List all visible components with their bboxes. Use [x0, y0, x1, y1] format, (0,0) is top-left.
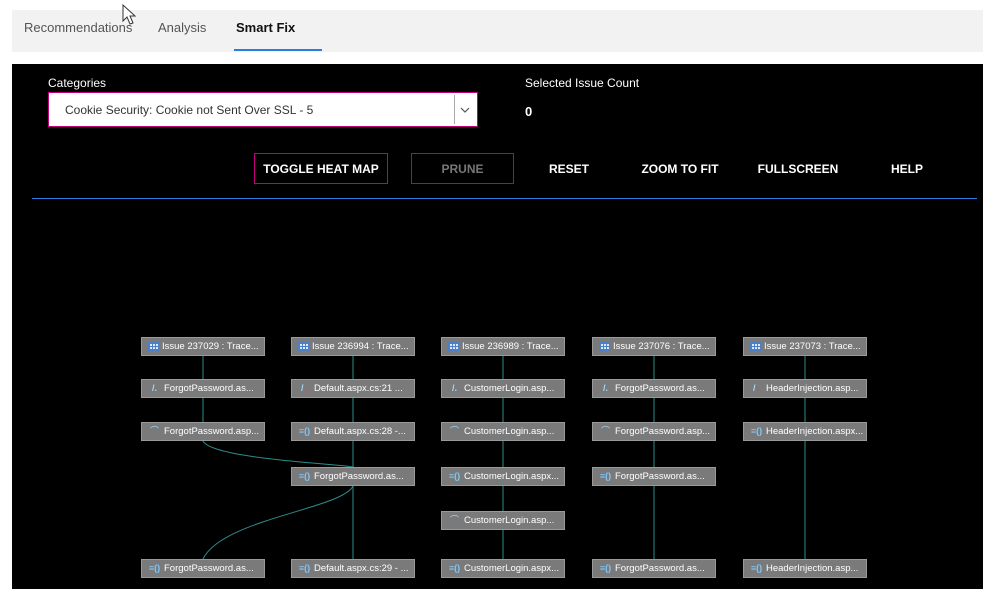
function-icon: ≡() [448, 563, 461, 573]
trace-node[interactable]: ≡() ForgotPassword.as... [141, 559, 265, 578]
table-icon [599, 342, 610, 351]
trace-node[interactable]: / ↓ Default.aspx.cs:21 ... [291, 379, 415, 398]
node-label: Issue 236994 : Trace... [312, 341, 409, 352]
node-label: Default.aspx.cs:29 - ... [314, 563, 409, 574]
function-icon: ≡() [599, 471, 612, 481]
trace-node[interactable]: ≡() HeaderInjection.asp... [743, 559, 867, 578]
trace-node[interactable]: ≡() ForgotPassword.as... [592, 467, 716, 486]
node-label: CustomerLogin.aspx... [464, 471, 560, 482]
table-icon [148, 342, 159, 351]
function-icon: ≡() [750, 563, 763, 573]
function-icon: ≡() [298, 471, 311, 481]
node-label: ForgotPassword.asp... [164, 426, 260, 437]
node-label: ForgotPassword.as... [615, 563, 705, 574]
node-label: ForgotPassword.asp... [615, 426, 711, 437]
active-tab-indicator [234, 49, 322, 51]
node-label: Issue 237029 : Trace... [162, 341, 259, 352]
trace-node[interactable]: ≡() Default.aspx.cs:28 -... [291, 422, 415, 441]
node-label: HeaderInjection.asp... [766, 563, 859, 574]
trace-node[interactable]: ≡() Default.aspx.cs:29 - ... [291, 559, 415, 578]
node-label: CustomerLogin.aspx... [464, 563, 560, 574]
trace-node[interactable]: ≡() CustomerLogin.aspx... [441, 467, 565, 486]
node-label: HeaderInjection.aspx... [766, 426, 864, 437]
issue-node[interactable]: Issue 236994 : Trace... [291, 337, 415, 356]
node-label: CustomerLogin.asp... [464, 515, 555, 526]
table-icon [298, 342, 309, 351]
node-label: ForgotPassword.as... [615, 471, 705, 482]
trace-node[interactable]: ≡() ForgotPassword.as... [291, 467, 415, 486]
slash-icon: /. [602, 383, 608, 393]
tab-recommendations[interactable]: Recommendations [24, 20, 132, 35]
graph-edge [202, 485, 354, 560]
trace-node[interactable]: ≡() ForgotPassword.as... [592, 559, 716, 578]
issue-node[interactable]: Issue 237076 : Trace... [592, 337, 716, 356]
tab-analysis[interactable]: Analysis [158, 20, 206, 35]
function-icon: ≡() [298, 563, 311, 573]
trace-node[interactable]: /. ForgotPassword.as... [141, 379, 265, 398]
trace-node[interactable]: ⌒ ForgotPassword.asp... [141, 422, 265, 441]
node-label: ForgotPassword.as... [314, 471, 404, 482]
graph-edge [202, 440, 354, 468]
source-icon: ⌒ [449, 515, 459, 525]
trace-node[interactable]: ⌒ ForgotPassword.asp... [592, 422, 716, 441]
slash-icon: /. [151, 383, 157, 393]
trace-node[interactable]: /. CustomerLogin.asp... [441, 379, 565, 398]
trace-node[interactable]: ⌒ CustomerLogin.asp... [441, 511, 565, 530]
trace-node[interactable]: / ↓ HeaderInjection.asp... [743, 379, 867, 398]
smart-fix-panel: Categories Cookie Security: Cookie not S… [12, 64, 983, 589]
node-label: ForgotPassword.as... [164, 563, 254, 574]
function-icon: ≡() [298, 426, 311, 436]
trace-node[interactable]: ⌒ CustomerLogin.asp... [441, 422, 565, 441]
node-label: Issue 236989 : Trace... [462, 341, 559, 352]
tab-smart-fix[interactable]: Smart Fix [236, 20, 295, 35]
node-label: CustomerLogin.asp... [464, 383, 555, 394]
source-icon: ⌒ [449, 426, 459, 436]
slash-icon: /. [451, 383, 457, 393]
trace-node[interactable]: ≡() CustomerLogin.aspx... [441, 559, 565, 578]
source-icon: ⌒ [149, 426, 159, 436]
issue-node[interactable]: Issue 236989 : Trace... [441, 337, 565, 356]
trace-graph: Issue 237029 : Trace... /. ForgotPassword.… [12, 64, 983, 589]
node-label: ForgotPassword.as... [164, 383, 254, 394]
node-label: CustomerLogin.asp... [464, 426, 555, 437]
node-label: Issue 237076 : Trace... [613, 341, 710, 352]
trace-node[interactable]: ≡() HeaderInjection.aspx... [743, 422, 867, 441]
function-icon: ≡() [599, 563, 612, 573]
source-icon: ⌒ [600, 426, 610, 436]
node-label: Default.aspx.cs:28 -... [314, 426, 406, 437]
sink-icon: / ↓ [300, 383, 308, 393]
table-icon [448, 342, 459, 351]
trace-node[interactable]: /. ForgotPassword.as... [592, 379, 716, 398]
issue-node[interactable]: Issue 237073 : Trace... [743, 337, 867, 356]
mouse-cursor-icon [122, 4, 137, 25]
node-label: Default.aspx.cs:21 ... [314, 383, 403, 394]
node-label: ForgotPassword.as... [615, 383, 705, 394]
sink-icon: / ↓ [752, 383, 760, 393]
tab-bar: Recommendations Analysis Smart Fix [12, 10, 983, 52]
function-icon: ≡() [448, 471, 461, 481]
table-icon [750, 342, 761, 351]
function-icon: ≡() [750, 426, 763, 436]
node-label: Issue 237073 : Trace... [764, 341, 861, 352]
node-label: HeaderInjection.asp... [766, 383, 859, 394]
function-icon: ≡() [148, 563, 161, 573]
issue-node[interactable]: Issue 237029 : Trace... [141, 337, 265, 356]
